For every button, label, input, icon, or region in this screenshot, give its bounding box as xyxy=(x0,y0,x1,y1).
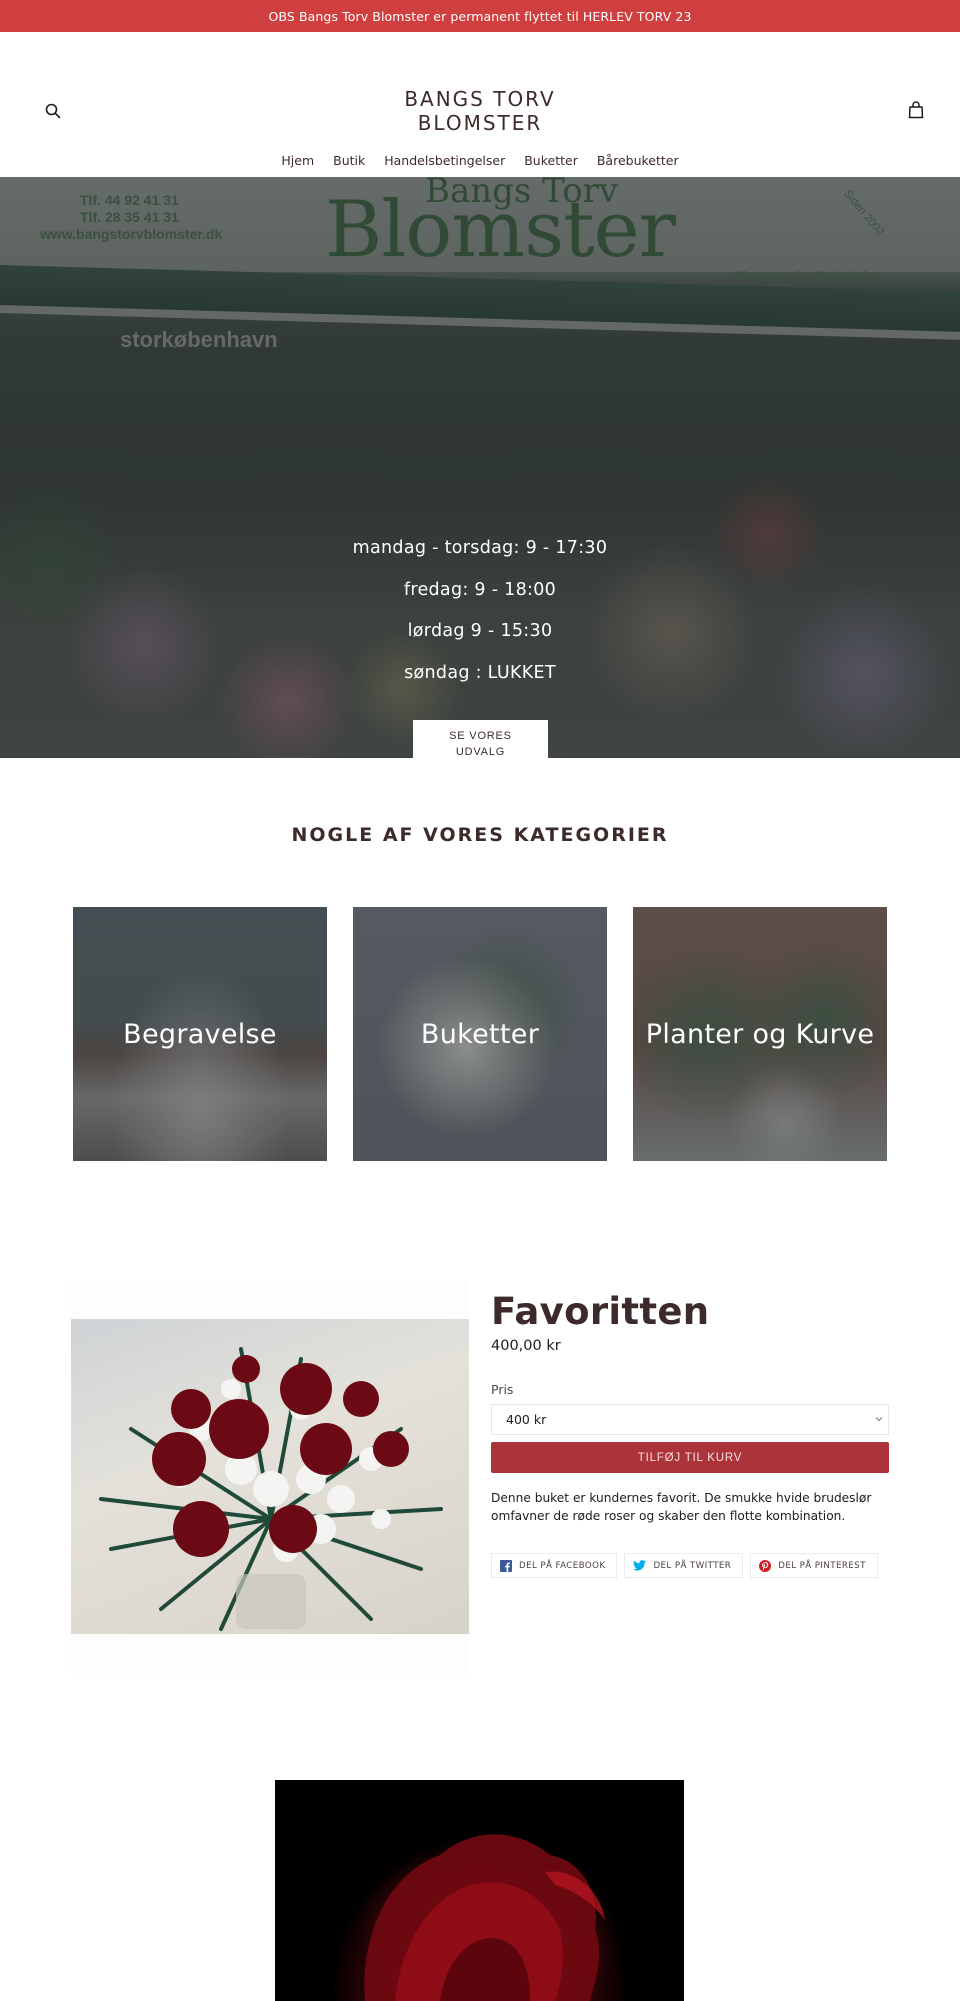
chevron-down-icon xyxy=(875,1417,883,1422)
bouquet-vase xyxy=(236,1574,306,1629)
category-tile-begravelse[interactable]: Begravelse xyxy=(73,907,327,1161)
product-price: 400,00 kr xyxy=(491,1338,561,1354)
logo-line-2: BLOMSTER xyxy=(417,111,543,135)
price-option-select[interactable]: 400 kr xyxy=(491,1404,889,1435)
share-facebook-label: DEL PÅ FACEBOOK xyxy=(519,1560,606,1571)
pinterest-icon xyxy=(759,1559,772,1572)
categories-section: NOGLE AF VORES KATEGORIER Begravelse Buk… xyxy=(0,758,960,1280)
nav-item-butik[interactable]: Butik xyxy=(333,153,365,168)
category-tile-planter-og-kurve[interactable]: Planter og Kurve xyxy=(633,907,887,1161)
button-label: SE VORES UDVALG xyxy=(449,728,512,758)
social-share: DEL PÅ FACEBOOK DEL PÅ TWITTER DEL PÅ PI… xyxy=(491,1553,889,1578)
hours-line: søndag : LUKKET xyxy=(404,662,556,683)
price-option-label: Pris xyxy=(491,1382,514,1397)
opening-hours: mandag - torsdag: 9 - 17:30 fredag: 9 - … xyxy=(0,536,960,702)
product-description: Denne buket er kundernes favorit. De smu… xyxy=(491,1491,872,1523)
announcement-bar: OBS Bangs Torv Blomster er permanent fly… xyxy=(0,0,960,32)
share-pinterest-label: DEL PÅ PINTEREST xyxy=(778,1560,866,1571)
button-label-line-2: UDVALG xyxy=(455,746,506,758)
share-facebook-button[interactable]: DEL PÅ FACEBOOK xyxy=(491,1553,618,1578)
button-label-line-1: SE VORES xyxy=(449,730,512,742)
product-info: Favoritten 400,00 kr Pris 400 kr TILFØJ … xyxy=(491,1280,889,1578)
add-to-cart-button[interactable]: TILFØJ TIL KURV xyxy=(491,1442,889,1473)
category-grid: Begravelse Buketter Planter og Kurve xyxy=(73,907,887,1161)
featured-image-section xyxy=(0,1770,960,2001)
product-image-container xyxy=(71,1280,469,1678)
facebook-icon xyxy=(500,1559,512,1572)
share-twitter-label: DEL PÅ TWITTER xyxy=(653,1560,732,1571)
announcement-text: OBS Bangs Torv Blomster er permanent fly… xyxy=(268,8,692,24)
hero-content: mandag - torsdag: 9 - 17:30 fredag: 9 - … xyxy=(0,177,960,758)
site-header: BANGS TORV BLOMSTER Hjem Butik Handelsbe… xyxy=(0,32,960,177)
hero-section: Tlf. 44 92 41 31 Tlf. 28 35 41 31 www.ba… xyxy=(0,177,960,758)
nav-item-hjem[interactable]: Hjem xyxy=(281,153,314,168)
rose-illustration xyxy=(364,1834,605,2001)
twitter-icon xyxy=(633,1560,647,1571)
nav-item-handelsbetingelser[interactable]: Handelsbetingelser xyxy=(384,153,505,168)
product-title: Favoritten xyxy=(491,1290,710,1333)
see-selection-button[interactable]: SE VORES UDVALG xyxy=(413,720,548,758)
featured-product-section: Favoritten 400,00 kr Pris 400 kr TILFØJ … xyxy=(0,1280,960,1770)
logo-line-1: BANGS TORV xyxy=(404,87,556,111)
share-pinterest-button[interactable]: DEL PÅ PINTEREST xyxy=(750,1553,878,1578)
product-image[interactable] xyxy=(71,1319,469,1634)
category-label: Buketter xyxy=(420,1018,540,1050)
hours-line: lørdag 9 - 15:30 xyxy=(407,621,553,641)
price-option-value: 400 kr xyxy=(506,1412,547,1427)
main-nav: Hjem Butik Handelsbetingelser Buketter B… xyxy=(0,153,960,168)
cart-button[interactable] xyxy=(906,100,926,120)
bouquet-illustration xyxy=(99,1347,443,1631)
site-logo[interactable]: BANGS TORV BLOMSTER xyxy=(0,87,960,135)
categories-title: NOGLE AF VORES KATEGORIER xyxy=(291,824,669,846)
category-tile-buketter[interactable]: Buketter xyxy=(353,907,607,1161)
hours-line: mandag - torsdag: 9 - 17:30 xyxy=(352,538,608,558)
share-twitter-button[interactable]: DEL PÅ TWITTER xyxy=(624,1553,744,1578)
red-rose-image xyxy=(275,1780,684,2001)
shopping-bag-icon xyxy=(908,101,924,119)
category-label: Begravelse xyxy=(123,1018,277,1050)
nav-item-barebuketter[interactable]: Bårebuketter xyxy=(597,153,679,168)
nav-item-buketter[interactable]: Buketter xyxy=(524,153,578,168)
category-label: Planter og Kurve xyxy=(645,1018,875,1050)
hours-line: fredag: 9 - 18:00 xyxy=(403,579,557,600)
